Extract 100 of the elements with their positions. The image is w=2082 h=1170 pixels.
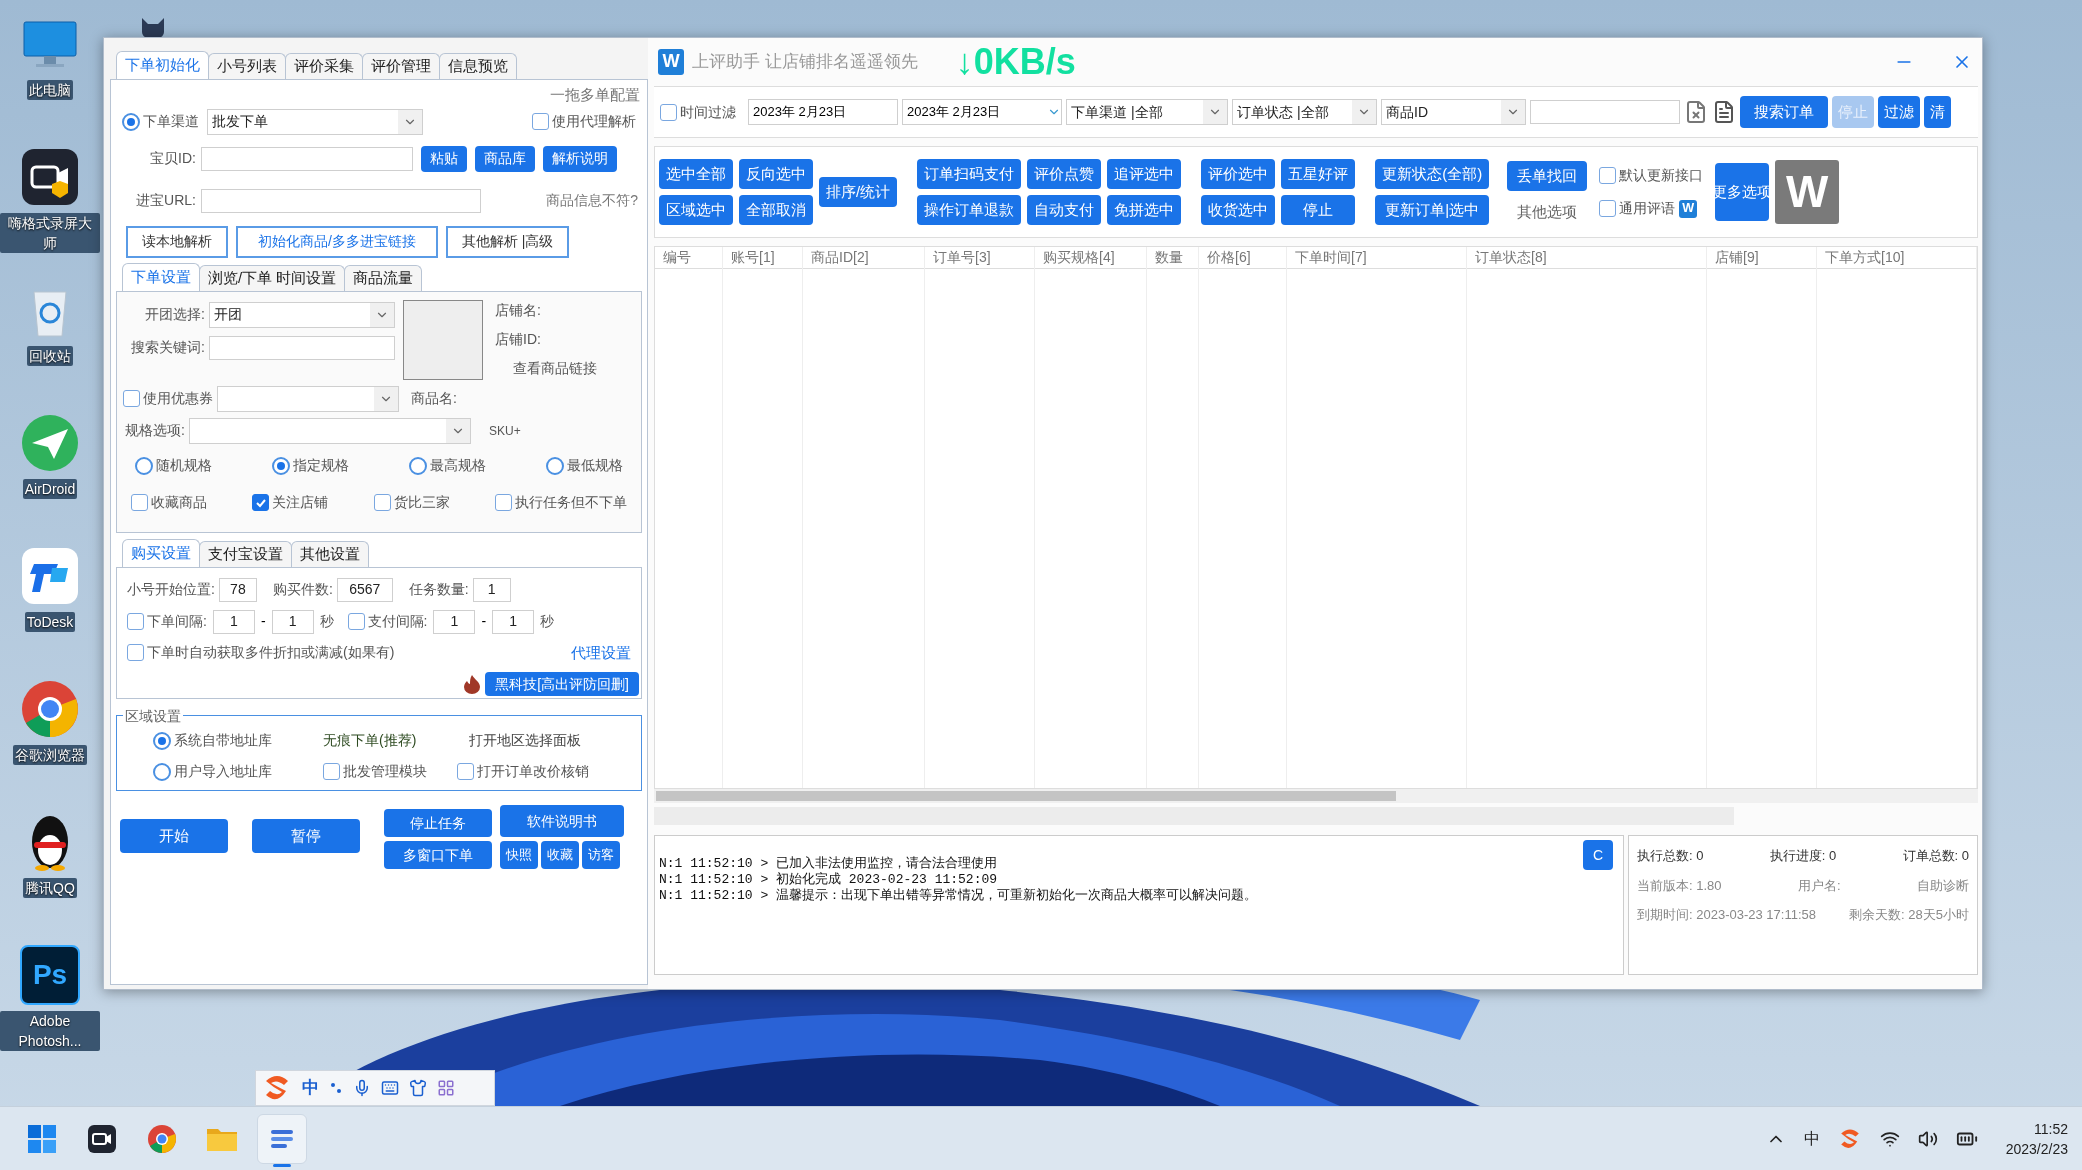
button[interactable]: 粘贴 (421, 145, 467, 172)
checkbox[interactable] (127, 644, 144, 662)
date-picker[interactable]: 2023年 2月23日 (748, 99, 898, 125)
input-field[interactable]: 1 (472, 577, 511, 602)
checkbox[interactable] (323, 763, 340, 780)
column-header[interactable]: 店铺[9] (1707, 247, 1816, 269)
button[interactable]: 黑科技[高出评防回删] (485, 672, 639, 696)
button[interactable]: 选中全部 (659, 159, 733, 189)
radio-button[interactable] (153, 762, 171, 781)
keyboard-icon[interactable] (381, 1079, 399, 1097)
clear-log-button[interactable]: C (1583, 840, 1613, 870)
checkbox[interactable] (532, 113, 549, 130)
column-header[interactable]: 购买规格[4] (1035, 247, 1146, 269)
pause-button[interactable]: 暂停 (252, 819, 360, 853)
grid-icon[interactable] (437, 1079, 455, 1097)
radio-button[interactable] (546, 456, 564, 475)
checkbox[interactable] (252, 494, 270, 511)
button[interactable]: 区域选中 (659, 195, 733, 225)
clock-date[interactable]: 2023/2/23 (2005, 1138, 2068, 1159)
filter-button[interactable]: 过滤 (1878, 96, 1920, 128)
button[interactable]: 五星好评 (1281, 159, 1356, 189)
tab[interactable]: 其他设置 (291, 540, 369, 567)
button[interactable]: 评价点赞 (1027, 159, 1102, 189)
button[interactable]: 更新订单|选中 (1375, 195, 1490, 225)
column-header[interactable]: 价格[6] (1199, 247, 1286, 269)
checkbox[interactable] (127, 613, 144, 630)
volume-icon[interactable] (1917, 1128, 1938, 1149)
punctuation-icon[interactable] (329, 1081, 343, 1095)
parse-button[interactable]: 其他解析 |高级 (445, 225, 570, 258)
manual-button[interactable]: 软件说明书 (500, 805, 624, 837)
radio-button[interactable] (135, 456, 153, 475)
tab[interactable]: 下单设置 (122, 262, 200, 291)
button[interactable]: 收货选中 (1201, 195, 1276, 225)
button[interactable]: 操作订单退款 (917, 195, 1022, 225)
paper-plane-icon[interactable] (20, 413, 80, 473)
button[interactable]: 解析说明 (543, 145, 617, 172)
photoshop-icon[interactable]: Ps (20, 945, 80, 1005)
tab[interactable]: 信息预览 (439, 53, 517, 79)
open-region-panel-text[interactable]: 打开地区选择面板 (469, 730, 581, 751)
checkbox[interactable] (1599, 200, 1617, 217)
column-header[interactable]: 账号[1] (723, 247, 802, 269)
column-header[interactable]: 订单状态[8] (1467, 247, 1706, 269)
file-delete-icon[interactable] (1684, 100, 1708, 124)
tab[interactable]: 浏览/下单 时间设置 (199, 264, 346, 291)
button[interactable]: 收藏 (541, 841, 579, 869)
filter-button[interactable]: 清 (1924, 96, 1951, 128)
input-field[interactable]: 1 (492, 609, 535, 634)
clock-time[interactable]: 11:52 (2034, 1118, 2068, 1139)
button[interactable]: 自动支付 (1027, 195, 1102, 225)
search-field[interactable] (1530, 100, 1680, 124)
checkbox[interactable] (660, 103, 677, 121)
windows-icon[interactable] (27, 1123, 57, 1154)
button[interactable]: 快照 (500, 841, 538, 869)
checkbox[interactable] (131, 494, 148, 511)
input-field[interactable]: 1 (212, 609, 255, 634)
shirt-icon[interactable] (409, 1079, 427, 1097)
input-method-indicator[interactable]: 中 (1803, 1126, 1820, 1151)
input-field[interactable]: 1 (433, 609, 476, 634)
button[interactable]: 更新状态(全部) (1375, 159, 1490, 189)
column-header[interactable]: 订单号[3] (925, 247, 1034, 269)
filter-button[interactable]: 搜索订单 (1740, 96, 1828, 128)
input-field[interactable] (209, 335, 395, 360)
button[interactable]: 订单扫码支付 (917, 159, 1022, 189)
button[interactable]: 全部取消 (739, 195, 813, 225)
document-icon[interactable] (1712, 100, 1736, 124)
column-header[interactable]: 数量 (1147, 247, 1198, 269)
radio-button[interactable] (272, 456, 290, 475)
radio-button[interactable] (409, 456, 427, 475)
button[interactable]: 免拼选中 (1107, 195, 1182, 225)
checkbox[interactable] (1599, 167, 1617, 184)
parse-button[interactable]: 初始化商品/多多进宝链接 (236, 225, 438, 258)
input-field[interactable]: 1 (271, 609, 314, 634)
camera-icon[interactable] (20, 147, 80, 207)
button[interactable]: 反向选中 (739, 159, 813, 189)
date-picker[interactable]: 2023年 2月23日 (902, 99, 1062, 125)
checkbox[interactable] (495, 494, 512, 511)
chrome-icon[interactable] (147, 1123, 177, 1154)
view-product-link[interactable]: 查看商品链接 (495, 357, 597, 379)
ime-mode-text[interactable]: 中 (302, 1075, 319, 1101)
scrollbar[interactable] (654, 789, 1978, 803)
tab[interactable]: 支付宝设置 (199, 540, 292, 567)
camera-icon[interactable] (87, 1123, 117, 1154)
tab[interactable]: 购买设置 (122, 538, 200, 567)
button[interactable]: 排序/统计 (819, 177, 898, 207)
radio-button[interactable] (122, 112, 140, 131)
button[interactable]: 评价选中 (1201, 159, 1276, 189)
button[interactable]: 商品库 (475, 145, 535, 172)
radio-button[interactable] (153, 731, 171, 750)
dropdown[interactable]: 开团 (209, 301, 395, 328)
column-header[interactable]: 下单方式[10] (1817, 247, 1976, 269)
button[interactable]: 追评选中 (1107, 159, 1182, 189)
checkbox[interactable] (373, 494, 391, 511)
checkbox[interactable] (123, 390, 140, 407)
dropdown[interactable]: 下单渠道 |全部 (1066, 99, 1228, 125)
button[interactable]: 丢单找回 (1507, 160, 1588, 191)
parse-button[interactable]: 读本地解析 (126, 225, 228, 258)
tab[interactable]: 商品流量 (344, 264, 423, 291)
dropdown[interactable]: 订单状态 |全部 (1232, 99, 1377, 125)
column-header[interactable]: 商品ID[2] (803, 247, 924, 269)
column-header[interactable]: 下单时间[7] (1287, 247, 1466, 269)
